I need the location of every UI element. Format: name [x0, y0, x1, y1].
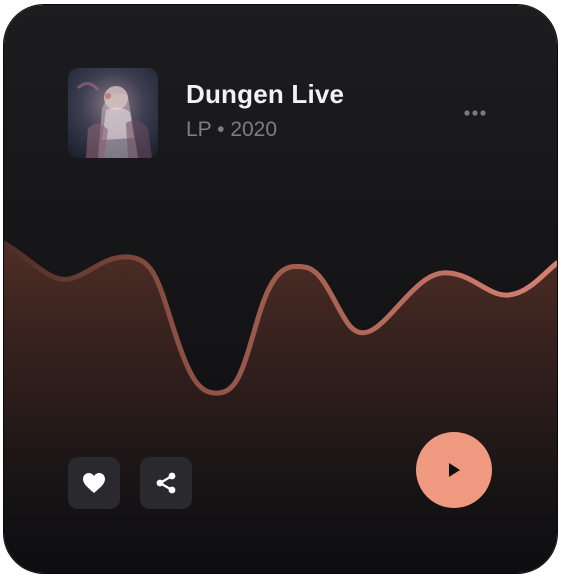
play-icon	[449, 463, 460, 477]
album-cover[interactable]	[68, 68, 158, 158]
album-subtitle: LP • 2020	[186, 118, 278, 141]
album-cover-art	[68, 68, 158, 158]
share-button[interactable]	[140, 457, 192, 509]
heart-icon	[83, 473, 105, 493]
waveform	[4, 240, 557, 573]
album-title: Dungen Live	[186, 79, 345, 109]
waveform-fill	[4, 243, 557, 573]
more-horizontal-icon	[464, 110, 486, 116]
play-button[interactable]	[416, 432, 492, 508]
more-options-button[interactable]	[460, 101, 490, 125]
share-icon	[156, 472, 176, 494]
like-button[interactable]	[68, 457, 120, 509]
album-card: Dungen Live LP • 2020	[4, 5, 557, 573]
